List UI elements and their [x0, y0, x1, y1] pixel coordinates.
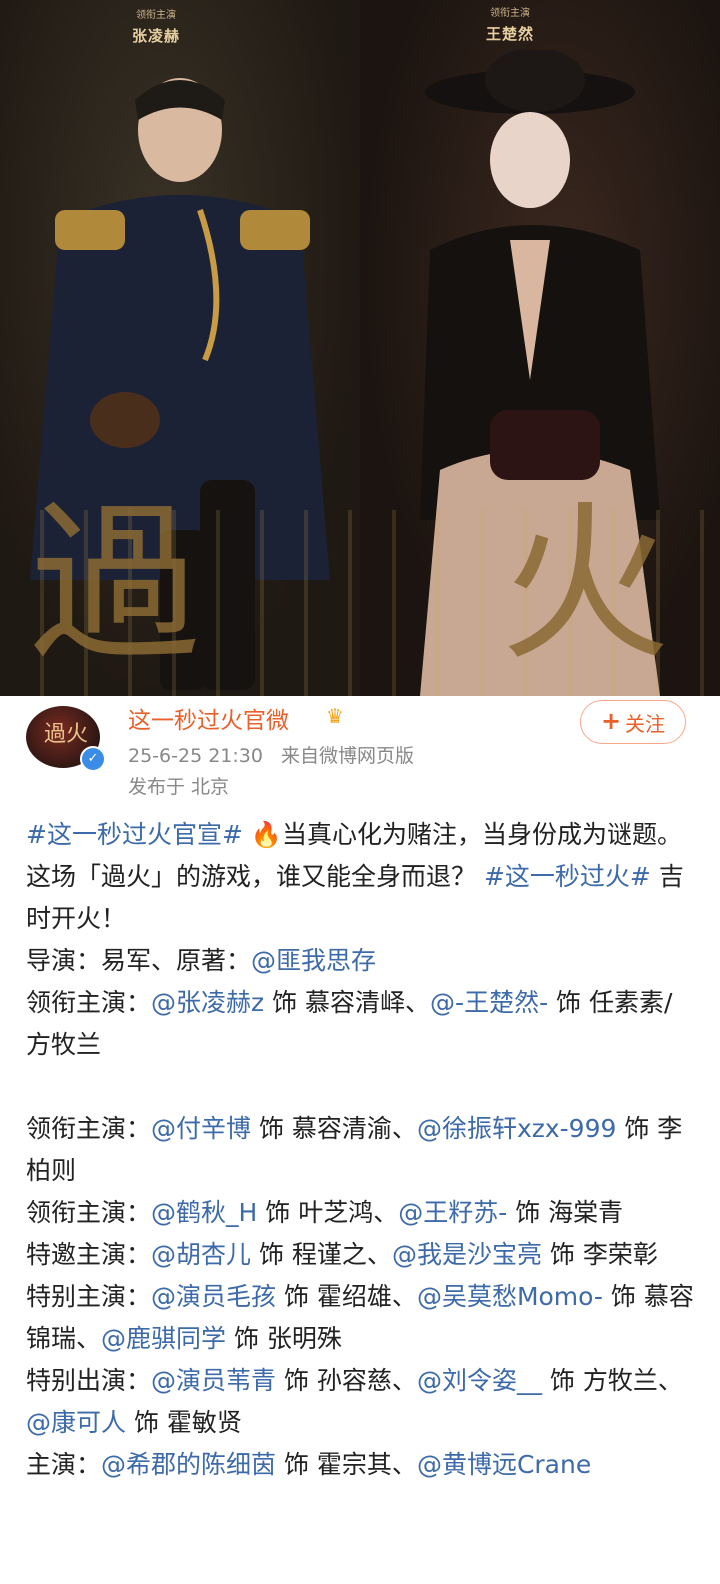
- role-text: 饰 慕容清渝、: [258, 1114, 417, 1143]
- poster-credit-left: 领衔主演 张凌赫: [132, 6, 180, 46]
- mention-link[interactable]: @胡杏儿: [151, 1240, 251, 1269]
- mention-link[interactable]: @我是沙宝亮: [392, 1240, 542, 1269]
- plus-icon: +: [600, 707, 622, 735]
- role-text: 饰 李荣彰: [549, 1240, 658, 1269]
- mention-link[interactable]: @王籽苏-: [398, 1198, 507, 1227]
- credit-name: 张凌赫: [132, 27, 181, 45]
- mention-link[interactable]: @徐振轩xzx-999: [417, 1114, 616, 1143]
- role-text: 饰 孙容慈、: [283, 1366, 417, 1395]
- mention-link[interactable]: @希郡的陈细茵: [101, 1450, 276, 1479]
- role-text: 饰 海棠青: [515, 1198, 624, 1227]
- line-label: 领衔主演：: [26, 988, 152, 1017]
- post-timestamp[interactable]: 25-6-25 21:30: [128, 745, 263, 767]
- poster-image[interactable]: 過 火 领衔主演 张凌赫 领衔主演 王楚然: [0, 0, 720, 696]
- mention-link[interactable]: @张凌赫z: [151, 988, 264, 1017]
- role-text: 饰 慕容清峄、: [272, 988, 431, 1017]
- line-label: 特别出演：: [26, 1366, 152, 1395]
- mention-link[interactable]: @吴莫愁Momo-: [417, 1282, 603, 1311]
- mention-link[interactable]: @康可人: [26, 1408, 126, 1437]
- verified-icon: ✓: [80, 746, 106, 772]
- cast-line-5: 特别主演：@演员毛孩 饰 霍绍雄、@吴莫愁Momo- 饰 慕容锦瑞、@鹿骐同学 …: [26, 1276, 694, 1360]
- cast-line-1: 领衔主演：@张凌赫z 饰 慕容清峄、@-王楚然- 饰 任素素/方牧兰: [26, 982, 694, 1066]
- post-intro: #这一秒过火官宣# 🔥当真心化为赌注，当身份成为谜题。这场「過火」的游戏，谁又能…: [26, 814, 694, 940]
- credit-name: 王楚然: [486, 25, 535, 43]
- role-text: 饰 霍敏贤: [133, 1408, 242, 1437]
- cast-line-4: 特邀主演：@胡杏儿 饰 程谨之、@我是沙宝亮 饰 李荣彰: [26, 1234, 694, 1276]
- author-name[interactable]: 这一秒过火官微: [128, 701, 289, 735]
- mention-link[interactable]: @-王楚然-: [430, 988, 548, 1017]
- hashtag-link[interactable]: #这一秒过火#: [484, 862, 651, 891]
- poster-title-char: 過: [30, 486, 201, 684]
- follow-button[interactable]: + 关注: [580, 700, 686, 744]
- post-source: 来自微博网页版: [281, 745, 415, 767]
- mention-link[interactable]: @演员毛孩: [151, 1282, 276, 1311]
- cast-line-6: 特别出演：@演员苇青 饰 孙容慈、@刘令姿__ 饰 方牧兰、 @康可人 饰 霍敏贤: [26, 1360, 694, 1444]
- role-text: 饰 方牧兰、: [549, 1366, 683, 1395]
- role-text: 饰 程谨之、: [258, 1240, 392, 1269]
- line-label: 领衔主演：: [26, 1114, 152, 1143]
- mention-link[interactable]: @鹿骐同学: [101, 1324, 226, 1353]
- post-meta: 25-6-25 21:30 来自微博网页版: [128, 741, 414, 768]
- poster-title-char: 火: [500, 486, 671, 684]
- mention-link[interactable]: @刘令姿__: [417, 1366, 542, 1395]
- credit-role: 领衔主演: [136, 10, 176, 21]
- role-text: 饰 霍宗其、: [283, 1450, 417, 1479]
- credit-role: 领衔主演: [490, 8, 530, 19]
- mention-link[interactable]: @付辛博: [151, 1114, 251, 1143]
- director-line: 导演：易军、原著：@匪我思存: [26, 940, 694, 982]
- mention-link[interactable]: @鹤秋_H: [151, 1198, 257, 1227]
- avatar-logo-text: 過火: [44, 722, 89, 747]
- cast-line-7: 主演：@希郡的陈细茵 饰 霍宗其、@黄博远Crane: [26, 1444, 694, 1486]
- line-label: 导演：易军、原著：: [26, 946, 252, 975]
- mention-link[interactable]: @黄博远Crane: [417, 1450, 591, 1479]
- mention-link[interactable]: @演员苇青: [151, 1366, 276, 1395]
- poster-credit-right: 领衔主演 王楚然: [486, 4, 534, 44]
- follow-label: 关注: [625, 711, 666, 736]
- role-text: 饰 张明殊: [233, 1324, 342, 1353]
- fire-icon: 🔥: [250, 820, 282, 849]
- role-text: 饰 叶芝鸿、: [265, 1198, 399, 1227]
- line-label: 特别主演：: [26, 1282, 152, 1311]
- mention-link[interactable]: @匪我思存: [251, 946, 376, 975]
- line-label: 特邀主演：: [26, 1240, 152, 1269]
- crown-icon[interactable]: ♛: [326, 704, 344, 728]
- line-label: 主演：: [26, 1450, 102, 1479]
- hashtag-link[interactable]: #这一秒过火官宣#: [26, 820, 243, 849]
- cast-line-3: 领衔主演：@鹤秋_H 饰 叶芝鸿、@王籽苏- 饰 海棠青: [26, 1192, 694, 1234]
- post-location: 发布于 北京: [128, 776, 230, 798]
- line-label: 领衔主演：: [26, 1198, 152, 1227]
- role-text: 饰 霍绍雄、: [283, 1282, 417, 1311]
- cast-line-2: 领衔主演：@付辛博 饰 慕容清渝、@徐振轩xzx-999 饰 李柏则: [26, 1108, 694, 1192]
- post-body: #这一秒过火官宣# 🔥当真心化为赌注，当身份成为谜题。这场「過火」的游戏，谁又能…: [26, 814, 694, 1486]
